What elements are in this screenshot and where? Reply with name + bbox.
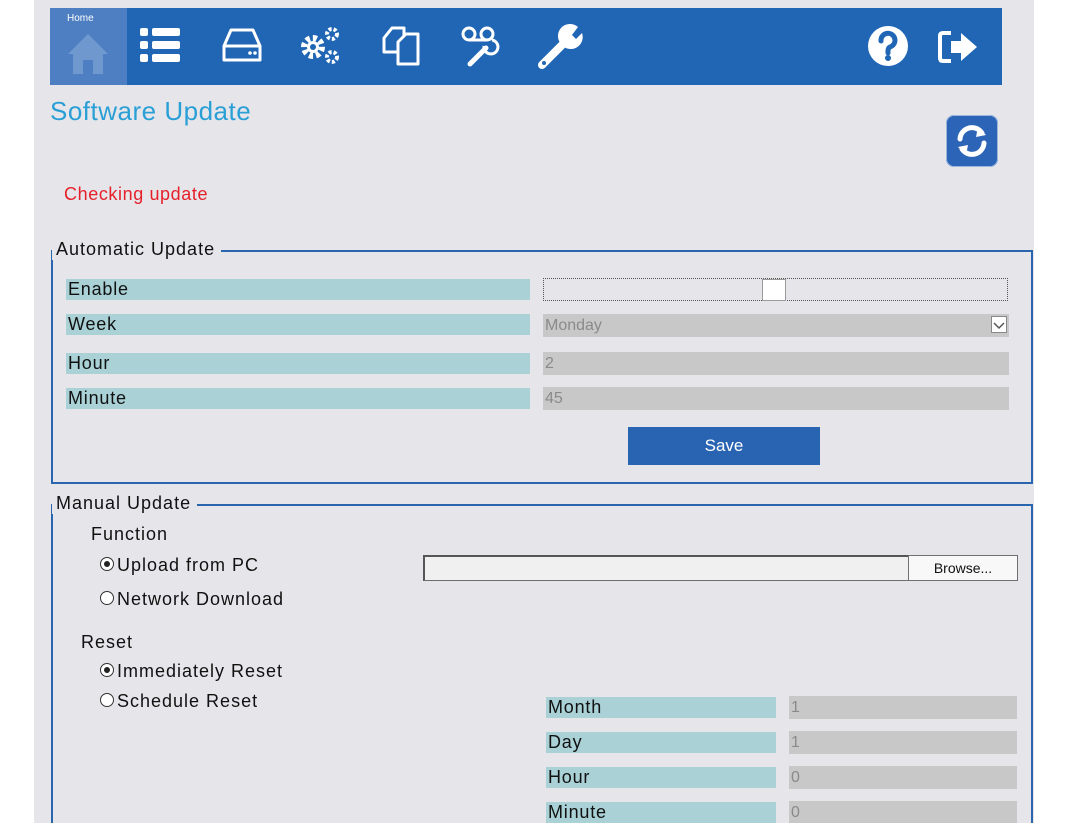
refresh-icon — [954, 123, 990, 164]
help-icon[interactable] — [867, 25, 909, 67]
home-label: Home — [67, 13, 94, 24]
hour-label: Hour — [66, 353, 530, 374]
immediately-reset-option[interactable]: Immediately Reset — [100, 661, 283, 682]
home-button[interactable]: Home — [50, 8, 127, 85]
network-download-option[interactable]: Network Download — [100, 589, 284, 610]
manual-update-legend: Manual Update — [52, 493, 198, 514]
week-select[interactable]: Monday — [543, 314, 1009, 337]
month-label: Month — [546, 697, 776, 718]
enable-slider-thumb[interactable] — [762, 279, 786, 301]
minute-input[interactable]: 45 — [543, 387, 1009, 410]
home-icon — [66, 30, 110, 76]
immediately-reset-label: Immediately Reset — [117, 661, 284, 681]
function-label: Function — [91, 524, 169, 544]
browse-button[interactable]: Browse... — [908, 555, 1018, 581]
immediately-reset-radio[interactable] — [100, 663, 114, 678]
voicemail-settings-icon[interactable] — [460, 24, 504, 68]
schedule-reset-radio[interactable] — [100, 693, 114, 708]
top-toolbar: Home — [50, 8, 1002, 85]
enable-slider[interactable] — [543, 278, 1008, 301]
automatic-update-title: Automatic Update — [56, 239, 216, 259]
week-label: Week — [66, 314, 530, 335]
schedule-reset-label: Schedule Reset — [117, 691, 259, 711]
week-select-value: Monday — [545, 317, 602, 334]
automatic-update-legend: Automatic Update — [52, 239, 222, 260]
hour-input[interactable]: 2 — [543, 352, 1009, 375]
browse-button-label: Browse... — [933, 560, 993, 576]
month-input[interactable]: 1 — [789, 696, 1017, 719]
chevron-down-icon[interactable] — [991, 316, 1007, 333]
page: Home Software Update Checking update Aut… — [0, 0, 1068, 823]
page-title: Software Update — [50, 96, 252, 126]
reset-minute-label: Minute — [546, 802, 776, 823]
update-status-message: Checking update — [64, 184, 209, 204]
refresh-button[interactable] — [946, 115, 998, 167]
list-icon[interactable] — [140, 26, 180, 64]
manual-update-title: Manual Update — [56, 493, 192, 513]
network-download-label: Network Download — [117, 589, 285, 609]
logout-icon[interactable] — [937, 27, 981, 67]
enable-label: Enable — [66, 279, 530, 300]
settings-gears-icon[interactable] — [299, 23, 343, 67]
minute-label: Minute — [66, 388, 530, 409]
day-input[interactable]: 1 — [789, 731, 1017, 754]
upload-from-pc-option[interactable]: Upload from PC — [100, 555, 259, 576]
schedule-reset-option[interactable]: Schedule Reset — [100, 691, 258, 712]
storage-icon[interactable] — [222, 26, 262, 64]
upload-from-pc-label: Upload from PC — [117, 555, 260, 575]
file-path-input[interactable] — [423, 555, 909, 581]
wrench-icon[interactable] — [536, 21, 584, 71]
reset-hour-input[interactable]: 0 — [789, 766, 1017, 789]
network-download-radio[interactable] — [100, 591, 114, 606]
content-area: Home Software Update Checking update Aut… — [34, 0, 1034, 823]
save-button[interactable]: Save — [628, 427, 820, 465]
day-label: Day — [546, 732, 776, 753]
reset-minute-input[interactable]: 0 — [789, 801, 1017, 823]
reset-label: Reset — [81, 632, 134, 652]
reset-hour-label: Hour — [546, 767, 776, 788]
copy-pages-icon[interactable] — [380, 22, 424, 68]
upload-from-pc-radio[interactable] — [100, 557, 114, 572]
